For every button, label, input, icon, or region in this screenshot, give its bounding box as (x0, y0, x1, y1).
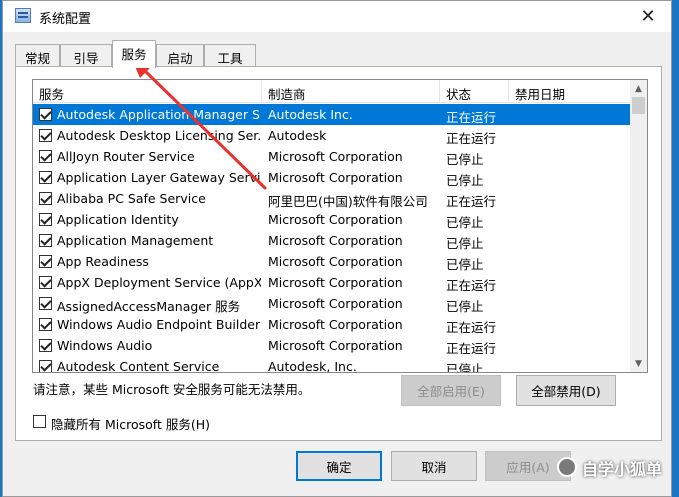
service-name: Autodesk Content Service (57, 359, 220, 373)
service-name: Autodesk Desktop Licensing Ser... (57, 128, 261, 143)
service-name: AllJoyn Router Service (57, 149, 195, 164)
column-header-maker[interactable]: 制造商 (262, 80, 440, 103)
service-checkbox[interactable] (39, 318, 52, 331)
service-rows: Autodesk Application Manager S... Autodes… (33, 104, 631, 373)
service-row[interactable]: Autodesk Content Service Autodesk, Inc. 已停… (33, 356, 631, 373)
service-status: 正在运行 (446, 341, 497, 356)
close-button[interactable]: ✕ (625, 1, 671, 32)
service-checkbox[interactable] (39, 255, 52, 268)
watermark-text: 自学小狐单 (582, 460, 663, 479)
scroll-down-arrow-icon[interactable]: ▼ (630, 355, 647, 372)
service-checkbox[interactable] (39, 171, 52, 184)
service-checkbox[interactable] (39, 150, 52, 163)
service-name: AssignedAccessManager 服务 (57, 299, 241, 314)
service-maker: Microsoft Corporation (268, 233, 403, 248)
list-header: 服务 制造商 状态 禁用日期 (33, 80, 631, 103)
msconfig-app-icon (15, 8, 31, 23)
cancel-button[interactable]: 取消 (391, 451, 477, 481)
service-name: AppX Deployment Service (AppX... (57, 275, 261, 290)
vertical-scrollbar[interactable]: ▲ ▼ (630, 80, 647, 372)
column-header-service[interactable]: 服务 (33, 80, 262, 103)
service-checkbox[interactable] (39, 339, 52, 352)
service-maker: Microsoft Corporation (268, 149, 403, 164)
service-row[interactable]: Application Management Microsoft Corporat… (33, 230, 631, 251)
service-checkbox[interactable] (39, 108, 52, 121)
service-status: 已停止 (446, 257, 484, 272)
service-status: 已停止 (446, 362, 484, 373)
watermark-logo-icon (557, 457, 577, 477)
service-name: Application Management (57, 233, 214, 248)
service-maker: Microsoft Corporation (268, 170, 403, 185)
service-name: Alibaba PC Safe Service (57, 191, 206, 206)
service-status: 已停止 (446, 299, 484, 314)
tab-general[interactable]: 常规 (15, 44, 60, 67)
service-checkbox[interactable] (39, 276, 52, 289)
service-maker: Microsoft Corporation (268, 338, 403, 353)
window-title: 系统配置 (39, 12, 92, 27)
services-list[interactable]: 服务 制造商 状态 禁用日期 Autodesk Application Mana… (32, 79, 648, 373)
service-maker: Microsoft Corporation (268, 317, 403, 332)
security-notice: 请注意，某些 Microsoft 安全服务可能无法禁用。 (33, 382, 311, 397)
tab-boot[interactable]: 引导 (60, 44, 112, 67)
service-status: 已停止 (446, 215, 484, 230)
scroll-thumb[interactable] (632, 97, 645, 114)
service-maker: Microsoft Corporation (268, 275, 403, 290)
service-name: App Readiness (57, 254, 149, 269)
service-maker: Autodesk, Inc. (268, 359, 357, 373)
service-name: Application Identity (57, 212, 179, 227)
service-row[interactable]: Application Layer Gateway Service Microso… (33, 167, 631, 188)
hide-ms-label: 隐藏所有 Microsoft 服务(H) (51, 417, 210, 432)
service-checkbox[interactable] (39, 129, 52, 142)
column-header-disabled-date[interactable]: 禁用日期 (509, 80, 631, 103)
service-row[interactable]: AssignedAccessManager 服务 Microsoft Corpor… (33, 293, 631, 314)
service-row[interactable]: Autodesk Desktop Licensing Ser... Autodes… (33, 125, 631, 146)
service-row[interactable]: Application Identity Microsoft Corporatio… (33, 209, 631, 230)
service-status: 已停止 (446, 152, 484, 167)
enable-all-button[interactable]: 全部启用(E) (401, 375, 501, 406)
service-maker: Microsoft Corporation (268, 254, 403, 269)
service-row[interactable]: AppX Deployment Service (AppX... Microsof… (33, 272, 631, 293)
ok-button[interactable]: 确定 (296, 451, 382, 481)
service-checkbox[interactable] (39, 192, 52, 205)
system-config-dialog: 系统配置 ✕ 常规 引导 服务 启动 工具 服务 制造商 状态 禁用日期 Aut… (2, 0, 672, 497)
service-checkbox[interactable] (39, 213, 52, 226)
service-maker: 阿里巴巴(中国)软件有限公司 (268, 194, 428, 209)
service-name: Windows Audio Endpoint Builder (57, 317, 261, 332)
service-row[interactable]: App Readiness Microsoft Corporation 已停止 (33, 251, 631, 272)
service-row[interactable]: AllJoyn Router Service Microsoft Corporat… (33, 146, 631, 167)
title-bar[interactable]: 系统配置 ✕ (3, 1, 671, 32)
service-name: Windows Audio (57, 338, 153, 353)
service-row[interactable]: Autodesk Application Manager S... Autodes… (33, 104, 631, 125)
service-status: 正在运行 (446, 278, 497, 293)
service-status: 正在运行 (446, 194, 497, 209)
service-maker: Microsoft Corporation (268, 212, 403, 227)
service-maker: Microsoft Corporation (268, 296, 403, 311)
column-header-status[interactable]: 状态 (440, 80, 509, 103)
service-maker: Autodesk Inc. (268, 107, 353, 122)
service-name: Autodesk Application Manager S... (57, 107, 261, 122)
scroll-up-arrow-icon[interactable]: ▲ (630, 80, 647, 97)
service-row[interactable]: Windows Audio Microsoft Corporation 正在运行 (33, 335, 631, 356)
service-name: Application Layer Gateway Service (57, 170, 261, 185)
watermark: 自学小狐单 (557, 454, 675, 480)
tab-tools[interactable]: 工具 (204, 44, 256, 67)
hide-ms-checkbox[interactable] (33, 415, 46, 428)
service-row[interactable]: Alibaba PC Safe Service 阿里巴巴(中国)软件有限公司 正在运… (33, 188, 631, 209)
service-status: 已停止 (446, 236, 484, 251)
service-checkbox[interactable] (39, 234, 52, 247)
disable-all-button[interactable]: 全部禁用(D) (516, 375, 616, 406)
service-status: 正在运行 (446, 110, 497, 125)
service-checkbox[interactable] (39, 297, 52, 310)
service-maker: Autodesk (268, 128, 327, 143)
tab-services[interactable]: 服务 (112, 40, 156, 68)
tab-startup[interactable]: 启动 (156, 44, 204, 67)
service-checkbox[interactable] (39, 360, 52, 372)
service-status: 正在运行 (446, 131, 497, 146)
service-status: 正在运行 (446, 320, 497, 335)
service-row[interactable]: Windows Audio Endpoint Builder Microsoft … (33, 314, 631, 335)
service-status: 已停止 (446, 173, 484, 188)
